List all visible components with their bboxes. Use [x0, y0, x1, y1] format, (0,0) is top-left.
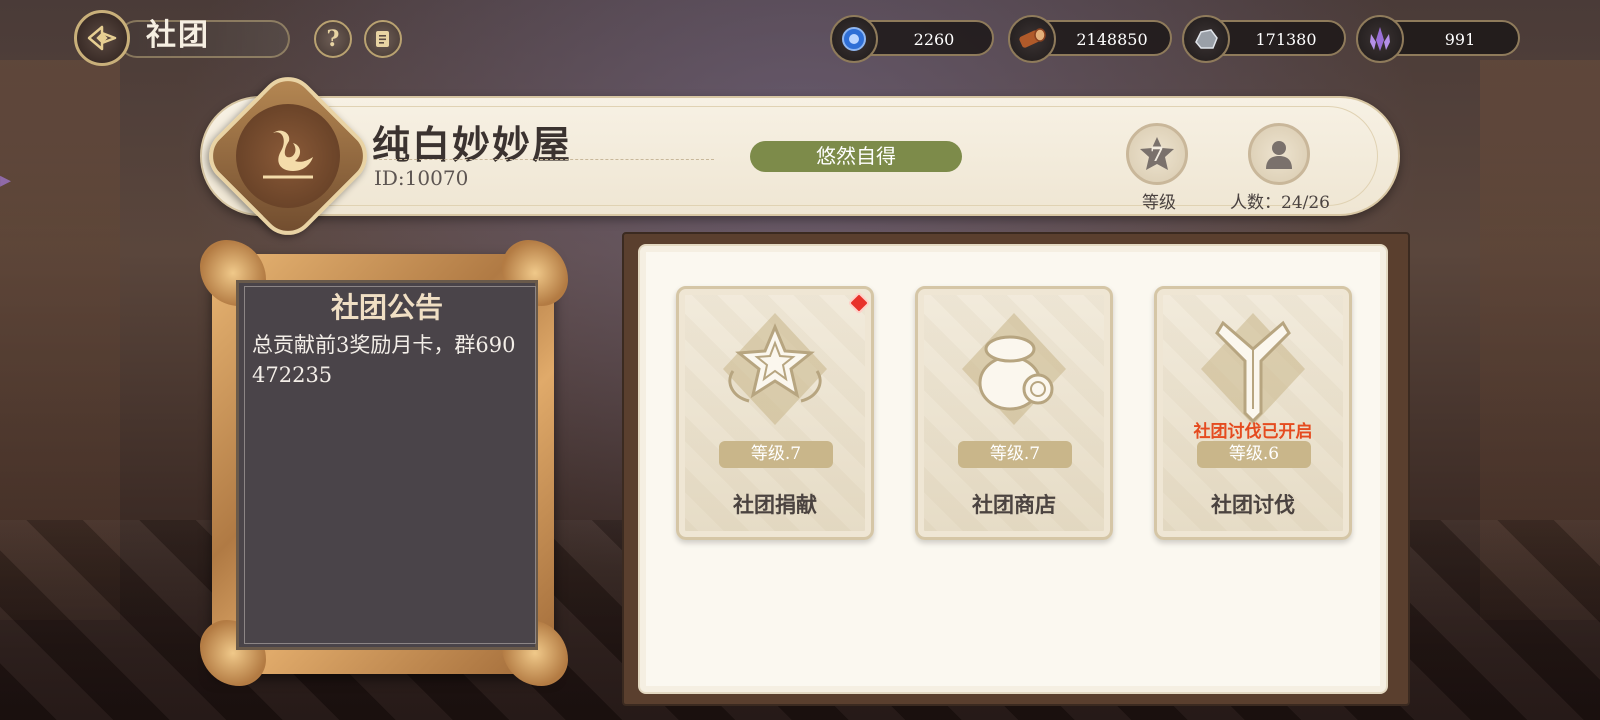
page-title: 社团 [146, 18, 210, 53]
club-name: 纯白妙妙屋 [372, 122, 573, 167]
resource-iron: 171380 [1182, 15, 1346, 63]
card-title: 社团商店 [972, 492, 1056, 517]
question-mark-icon: ? [326, 26, 340, 52]
donation-star-icon [715, 309, 835, 429]
level-value: 7 [1150, 142, 1164, 166]
resource-value: 2148850 [1076, 30, 1148, 49]
resource-value: 171380 [1255, 30, 1317, 49]
card-level: 等级.6 [1197, 441, 1311, 468]
iron-ore-icon [1182, 15, 1230, 63]
raid-card[interactable]: 社团讨伐已开启 等级.6 社团讨伐 [1154, 286, 1352, 540]
card-title: 社团讨伐 [1211, 492, 1295, 517]
card-title: 社团捐献 [733, 492, 817, 517]
level-label: 等级 [1142, 193, 1176, 213]
donate-card[interactable]: 等级.7 社团捐献 [676, 286, 874, 540]
help-button[interactable]: ? [314, 20, 352, 58]
wood-log-icon [1008, 15, 1056, 63]
club-level-button[interactable]: 7 [1126, 123, 1188, 185]
side-expand-arrow-icon[interactable]: ▸ [0, 160, 22, 200]
resource-badge: 2260 [830, 15, 994, 63]
blue-badge-icon [830, 15, 878, 63]
notification-dot [847, 291, 871, 315]
resource-value: 2260 [913, 30, 955, 49]
club-motto-badge: 悠然自得 [750, 141, 962, 172]
resource-wood: 2148850 [1008, 15, 1172, 63]
document-icon [376, 31, 389, 47]
swan-emblem-icon[interactable] [236, 104, 340, 208]
log-button[interactable] [364, 20, 402, 58]
back-button[interactable] [74, 10, 130, 66]
members-count: 人数：24/26 [1230, 193, 1330, 213]
members-button[interactable] [1248, 123, 1310, 185]
resource-value: 991 [1444, 30, 1476, 49]
club-id: ID:10070 [374, 166, 469, 190]
purple-crystal-icon [1356, 15, 1404, 63]
card-level: 等级.7 [958, 441, 1072, 468]
crossed-swords-icon [1193, 309, 1313, 429]
shop-card[interactable]: 等级.7 社团商店 [915, 286, 1113, 540]
person-icon [1266, 141, 1292, 169]
back-arrow-icon [87, 25, 117, 51]
coin-bag-icon [954, 309, 1074, 429]
announcement-text: 总贡献前3奖励月卡，群690472235 [252, 333, 516, 387]
resource-crystal: 991 [1356, 15, 1520, 63]
raid-open-alert: 社团讨伐已开启 [1193, 422, 1313, 442]
divider [374, 159, 714, 160]
announcement-title: 社团公告 [330, 291, 443, 324]
card-level: 等级.7 [719, 441, 833, 468]
